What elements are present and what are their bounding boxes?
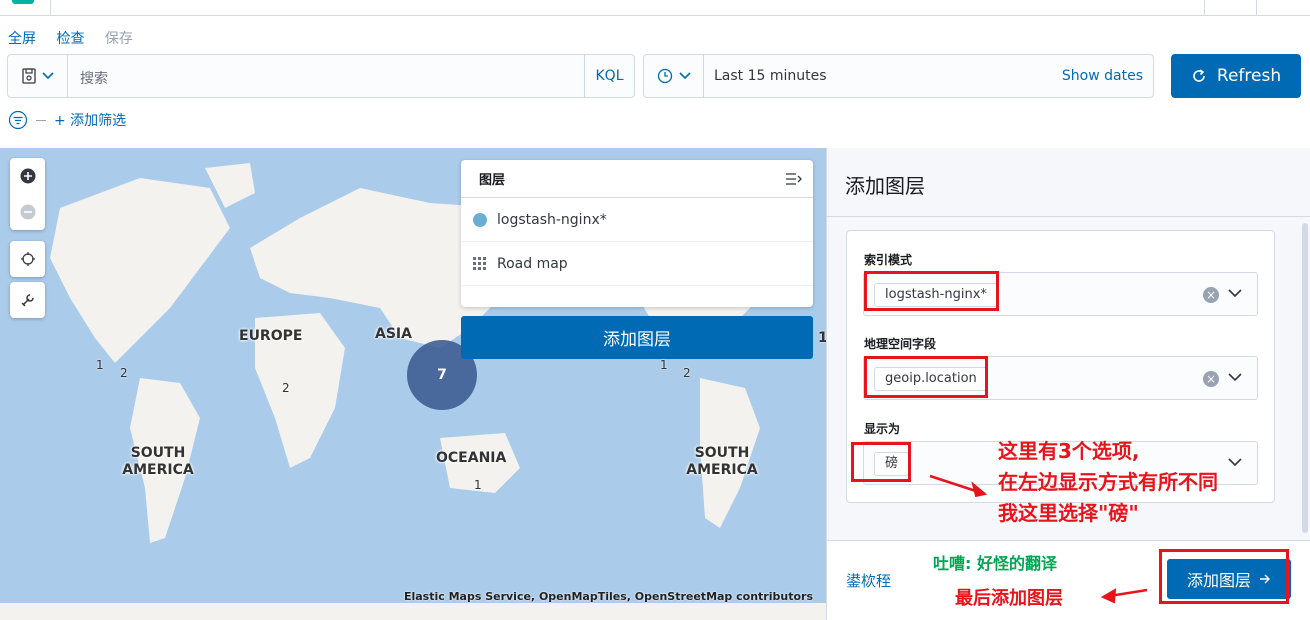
annotation-line: 我这里选择"磅": [998, 501, 1139, 525]
annotation-final-step: 最后添加图层: [955, 588, 1063, 609]
annotation-line: 在左边显示方式有所不同: [998, 470, 1218, 494]
annotation-note: 这里有3个选项, 在左边显示方式有所不同 我这里选择"磅": [998, 436, 1218, 529]
annotation-line: 这里有3个选项,: [998, 439, 1140, 463]
annotation-complaint: 吐嘈: 好怪的翻译: [933, 554, 1057, 573]
